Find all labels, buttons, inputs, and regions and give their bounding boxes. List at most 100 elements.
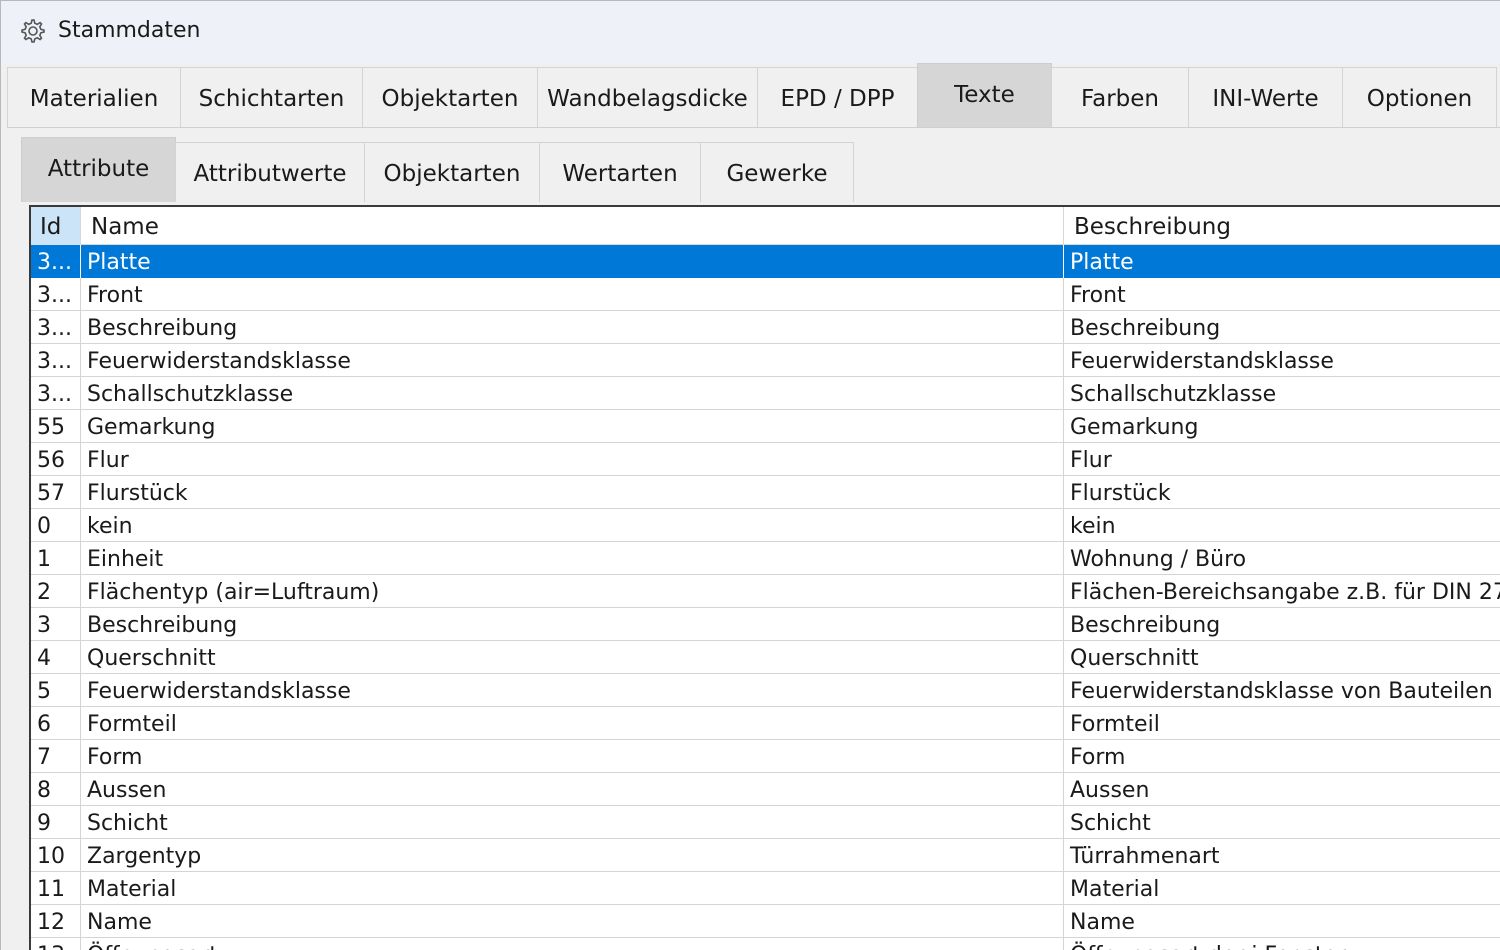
table-row[interactable]: 3 Beschreibung Beschreibung — [31, 608, 1500, 641]
beschreibung-cell: Form — [1070, 745, 1126, 770]
table-row[interactable]: 10 Zargentyp Türrahmenart — [31, 839, 1500, 872]
beschreibung-cell: Flächen-Bereichsangabe z.B. für DIN 277 — [1070, 580, 1500, 605]
id-cell: 3 — [31, 608, 81, 641]
name-cell: Flächentyp (air=Luftraum) — [81, 575, 1064, 608]
beschreibung-cell: Aussen — [1070, 778, 1150, 803]
id-cell: 3... — [31, 245, 81, 278]
table-row[interactable]: 9 Schicht Schicht — [31, 806, 1500, 839]
tab-wertarten[interactable]: Wertarten — [539, 142, 701, 202]
beschreibung-cell: Beschreibung — [1070, 316, 1221, 341]
name-cell: Aussen — [81, 773, 1064, 806]
name-cell: Schallschutzklasse — [81, 377, 1064, 410]
tab-epd-dpp[interactable]: EPD / DPP — [757, 67, 918, 127]
id-cell: 7 — [31, 740, 81, 773]
table-row[interactable]: 13ÖffnungsartÖffnungsart der i.Fenster — [31, 938, 1500, 950]
table-row[interactable]: 3... Front Front — [31, 278, 1500, 311]
sub-tab-bar: Attribute Attributwerte Objektarten Wert… — [21, 137, 861, 202]
gear-icon — [18, 17, 46, 45]
id-cell: 0 — [31, 509, 81, 542]
tab-optionen[interactable]: Optionen — [1342, 67, 1497, 127]
beschreibung-cell: Schallschutzklasse — [1070, 382, 1277, 407]
id-cell: 10 — [31, 839, 81, 872]
name-cell: kein — [81, 509, 1064, 542]
beschreibung-cell: Wohnung / Büro — [1070, 547, 1247, 572]
name-cell: Schicht — [81, 806, 1064, 839]
name-cell: Gemarkung — [81, 410, 1064, 443]
column-header-name[interactable]: Name — [81, 207, 1064, 245]
name-cell: Querschnitt — [81, 641, 1064, 674]
beschreibung-cell: Material — [1070, 877, 1160, 902]
beschreibung-cell: Flurstück — [1070, 481, 1171, 506]
name-cell: Flurstück — [81, 476, 1064, 509]
table-row[interactable]: 4 Querschnitt Querschnitt — [31, 641, 1500, 674]
id-cell: 13 — [31, 938, 81, 950]
id-cell: 9 — [31, 806, 81, 839]
tab-texte[interactable]: Texte — [917, 63, 1052, 127]
table-row[interactable]: 3... Platte Platte — [31, 245, 1500, 278]
name-cell: Name — [81, 905, 1064, 938]
table-row[interactable]: 55 Gemarkung Gemarkung — [31, 410, 1500, 443]
name-cell: Beschreibung — [81, 608, 1064, 641]
beschreibung-cell: Feuerwiderstandsklasse — [1070, 349, 1334, 374]
name-cell: Formteil — [81, 707, 1064, 740]
name-cell: Front — [81, 278, 1064, 311]
id-cell: 8 — [31, 773, 81, 806]
table-row[interactable]: 7 Form Form — [31, 740, 1500, 773]
name-cell: Feuerwiderstandsklasse — [81, 344, 1064, 377]
id-cell: 3... — [31, 377, 81, 410]
id-cell: 11 — [31, 872, 81, 905]
table-row[interactable]: 12 Name Name — [31, 905, 1500, 938]
name-cell: Feuerwiderstandsklasse — [81, 674, 1064, 707]
beschreibung-cell: Schicht — [1070, 811, 1151, 836]
tab-attributwerte[interactable]: Attributwerte — [175, 142, 365, 202]
table-header: Id Name Beschreibung — [31, 207, 1500, 245]
id-cell: 5 — [31, 674, 81, 707]
name-cell: Platte — [81, 245, 1064, 278]
name-cell: Flur — [81, 443, 1064, 476]
id-cell: 1 — [31, 542, 81, 575]
tab-objektarten-sub[interactable]: Objektarten — [364, 142, 540, 202]
table-row[interactable]: 3... Feuerwiderstandsklasse Feuerwiderstan… — [31, 344, 1500, 377]
id-cell: 3... — [31, 311, 81, 344]
name-cell: Öffnungsart — [81, 938, 1064, 950]
beschreibung-cell: Name — [1070, 910, 1135, 935]
table-row[interactable]: 0 kein kein — [31, 509, 1500, 542]
table-row[interactable]: 56 Flur Flur — [31, 443, 1500, 476]
table-row[interactable]: 5 Feuerwiderstandsklasse Feuerwiderstandsk… — [31, 674, 1500, 707]
name-cell: Einheit — [81, 542, 1064, 575]
beschreibung-cell: kein — [1070, 514, 1116, 539]
tab-gewerke[interactable]: Gewerke — [700, 142, 854, 202]
name-cell: Beschreibung — [81, 311, 1064, 344]
table-row[interactable]: 2 Flächentyp (air=Luftraum) Flächen-Bereic… — [31, 575, 1500, 608]
table-row[interactable]: 57 Flurstück Flurstück — [31, 476, 1500, 509]
id-cell: 12 — [31, 905, 81, 938]
table-row[interactable]: 11 Material Material — [31, 872, 1500, 905]
main-tab-bar: Materialien Schichtarten Objektarten Wan… — [7, 63, 1500, 128]
tab-objektarten[interactable]: Objektarten — [362, 67, 538, 127]
name-cell: Form — [81, 740, 1064, 773]
stammdaten-window: Stammdaten Materialien Schichtarten Obje… — [0, 0, 1500, 950]
tab-ini-werte[interactable]: INI-Werte — [1188, 67, 1343, 127]
table-row[interactable]: 3... Schallschutzklasse Schallschutzklasse — [31, 377, 1500, 410]
table-row[interactable]: 8 Aussen Aussen — [31, 773, 1500, 806]
attribute-table[interactable]: Id Name Beschreibung 3... Platte Platte 3..… — [29, 205, 1500, 950]
tab-materialien[interactable]: Materialien — [7, 67, 181, 127]
column-header-beschreibung[interactable]: Beschreibung — [1064, 207, 1500, 245]
tab-wandbelagsdicke[interactable]: Wandbelagsdicke — [537, 67, 758, 127]
beschreibung-cell: Querschnitt — [1070, 646, 1199, 671]
table-row[interactable]: 3... Beschreibung Beschreibung — [31, 311, 1500, 344]
tab-farben[interactable]: Farben — [1051, 67, 1189, 127]
table-row[interactable]: 1 Einheit Wohnung / Büro — [31, 542, 1500, 575]
window-title: Stammdaten — [58, 18, 201, 43]
tab-schichtarten[interactable]: Schichtarten — [180, 67, 363, 127]
id-cell: 4 — [31, 641, 81, 674]
id-cell: 2 — [31, 575, 81, 608]
beschreibung-cell: Platte — [1070, 250, 1134, 275]
beschreibung-cell: Öffnungsart der i.Fenster — [1064, 938, 1500, 950]
id-cell: 57 — [31, 476, 81, 509]
table-row[interactable]: 6 Formteil Formteil — [31, 707, 1500, 740]
beschreibung-cell: Beschreibung — [1070, 613, 1221, 638]
beschreibung-cell: Gemarkung — [1070, 415, 1199, 440]
column-header-id[interactable]: Id — [31, 207, 81, 245]
tab-attribute[interactable]: Attribute — [21, 137, 176, 202]
